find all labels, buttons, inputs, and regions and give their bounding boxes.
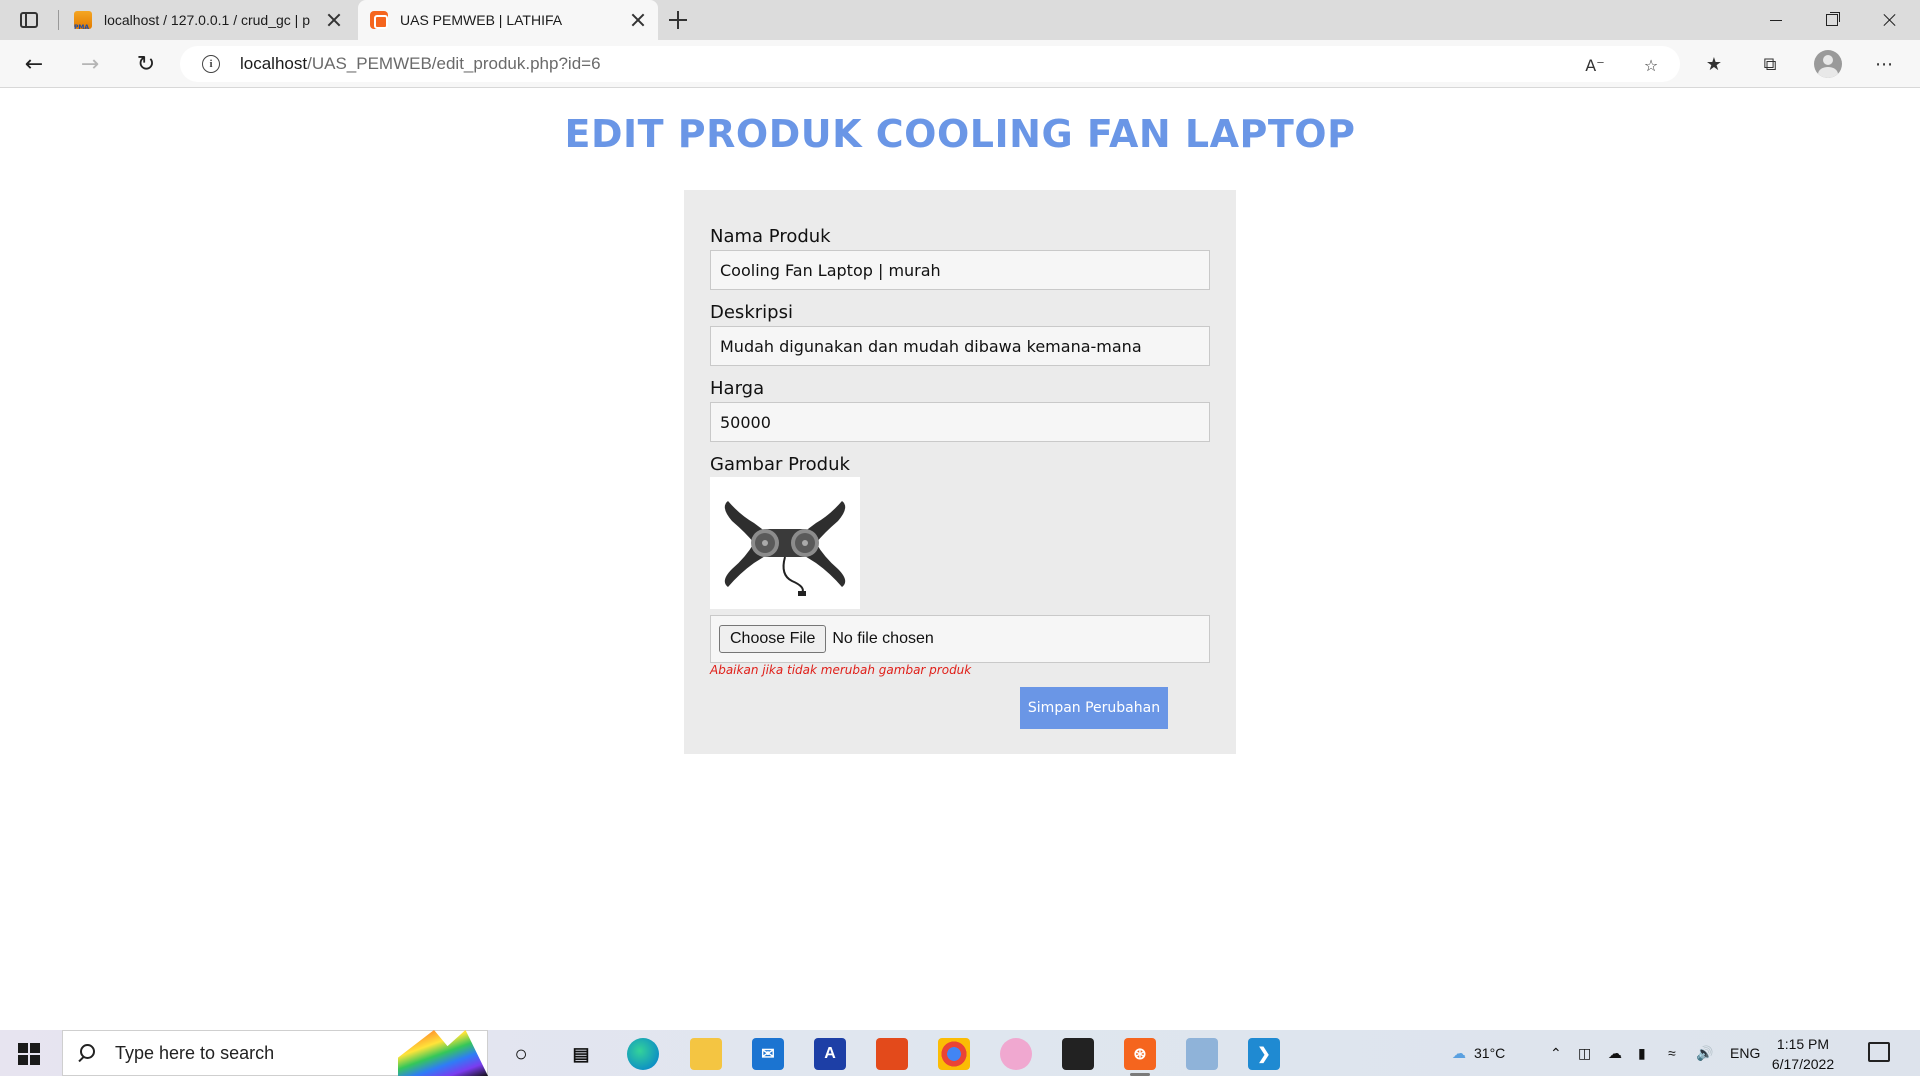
notifications-icon[interactable]: [1868, 1042, 1890, 1062]
collections-icon[interactable]: ⧉: [1758, 52, 1782, 76]
page-title: EDIT PRODUK COOLING FAN LAPTOP: [564, 112, 1356, 156]
minimize-icon: [1770, 19, 1782, 21]
gambar-produk-label: Gambar Produk: [710, 454, 850, 475]
paint-icon[interactable]: [1000, 1038, 1032, 1070]
mail-icon[interactable]: ✉: [752, 1038, 784, 1070]
search-icon: [77, 1044, 95, 1062]
browser-tab-bar: localhost / 127.0.0.1 / crud_gc | p UAS …: [0, 0, 1920, 40]
tab-label: localhost / 127.0.0.1 / crud_gc | p: [104, 12, 310, 28]
tab-phpmyadmin[interactable]: localhost / 127.0.0.1 / crud_gc | p: [62, 0, 354, 40]
office-icon[interactable]: [876, 1038, 908, 1070]
harga-label: Harga: [710, 378, 765, 399]
xampp-taskbar-icon[interactable]: ⊛: [1124, 1038, 1156, 1076]
back-arrow-icon[interactable]: ←: [20, 50, 48, 78]
deskripsi-input[interactable]: Mudah digunakan dan mudah dibawa kemana-…: [710, 326, 1210, 366]
volume-icon[interactable]: 🔊: [1696, 1030, 1713, 1076]
add-favorite-icon[interactable]: ☆: [1640, 54, 1662, 76]
new-tab-icon[interactable]: [668, 10, 688, 30]
sticky-notes-icon[interactable]: [1062, 1038, 1094, 1070]
restore-button[interactable]: [1804, 0, 1860, 40]
forward-arrow-icon[interactable]: →: [76, 50, 104, 78]
tab-separator: [58, 10, 59, 30]
simpan-perubahan-button[interactable]: Simpan Perubahan: [1020, 687, 1168, 729]
product-image: [710, 477, 860, 609]
address-bar[interactable]: i localhost/UAS_PEMWEB/edit_produk.php?i…: [180, 46, 1680, 82]
close-tab-icon[interactable]: [630, 12, 646, 28]
weather-widget[interactable]: ☁ 31°C: [1452, 1030, 1505, 1076]
notepad-icon[interactable]: [1186, 1038, 1218, 1070]
nama-produk-label: Nama Produk: [710, 226, 831, 247]
url-host: localhost: [240, 54, 308, 73]
windows-start-icon[interactable]: [18, 1043, 40, 1065]
image-hint-text: Abaikan jika tidak merubah gambar produk: [710, 663, 972, 677]
search-placeholder: Type here to search: [115, 1042, 275, 1063]
url-path: /UAS_PEMWEB/edit_produk.php?id=6: [307, 54, 601, 73]
favorites-icon[interactable]: ★: [1702, 52, 1726, 76]
nama-produk-input[interactable]: Cooling Fan Laptop | murah: [710, 250, 1210, 290]
weather-icon: ☁: [1452, 1044, 1466, 1061]
address-url: localhost/UAS_PEMWEB/edit_produk.php?id=…: [240, 54, 601, 74]
close-icon: [1882, 12, 1898, 28]
deskripsi-label: Deskripsi: [710, 302, 793, 323]
minimize-button[interactable]: [1748, 0, 1804, 40]
weather-temp: 31°C: [1474, 1045, 1506, 1061]
windows-taskbar: Type here to search ○ ▤ ✉ A ⊛ ❯ ☁ 31°C ⌃…: [0, 1030, 1920, 1076]
browser-toolbar: ← → ↻ i localhost/UAS_PEMWEB/edit_produk…: [0, 40, 1920, 88]
read-aloud-icon[interactable]: A⁻: [1584, 54, 1606, 76]
phpmyadmin-icon: [74, 11, 92, 31]
more-options-icon[interactable]: ⋯: [1872, 52, 1896, 76]
clock-time: 1:15 PM: [1776, 1036, 1830, 1052]
task-view-icon[interactable]: ▤: [565, 1038, 597, 1070]
language-indicator[interactable]: ENG: [1730, 1030, 1760, 1076]
tab-actions-icon[interactable]: [14, 8, 44, 32]
meet-now-icon[interactable]: ◫: [1578, 1030, 1591, 1076]
tab-label: UAS PEMWEB | LATHIFA: [400, 12, 563, 28]
wifi-icon[interactable]: ≈: [1668, 1030, 1676, 1076]
artstudio-icon[interactable]: A: [814, 1038, 846, 1070]
reload-icon[interactable]: ↻: [132, 50, 160, 78]
tab-uas-pemweb[interactable]: UAS PEMWEB | LATHIFA: [358, 0, 658, 40]
profile-avatar[interactable]: [1814, 50, 1842, 78]
vscode-icon[interactable]: ❯: [1248, 1038, 1280, 1070]
xampp-icon: [370, 11, 388, 29]
choose-file-button[interactable]: Choose File: [719, 625, 827, 653]
file-status-text: No file chosen: [832, 630, 934, 647]
file-input[interactable]: Choose File No file chosen: [710, 615, 1210, 663]
taskbar-clock[interactable]: 1:15 PM 6/17/2022: [1760, 1034, 1846, 1074]
cooling-fan-image: [724, 501, 846, 596]
chrome-icon[interactable]: [938, 1038, 970, 1070]
site-info-icon[interactable]: i: [202, 55, 220, 73]
edit-product-form: Nama Produk Cooling Fan Laptop | murah D…: [684, 190, 1236, 754]
edge-browser-icon[interactable]: [627, 1038, 659, 1070]
tray-chevron-icon[interactable]: ⌃: [1550, 1030, 1562, 1076]
battery-icon[interactable]: ▮: [1638, 1030, 1646, 1076]
close-window-button[interactable]: [1862, 0, 1918, 40]
harga-input[interactable]: 50000: [710, 402, 1210, 442]
close-tab-icon[interactable]: [326, 12, 342, 28]
clock-date: 6/17/2022: [1771, 1056, 1835, 1072]
onedrive-icon[interactable]: ☁: [1608, 1030, 1622, 1076]
cortana-icon[interactable]: ○: [505, 1038, 537, 1070]
restore-icon: [1826, 14, 1838, 26]
file-explorer-icon[interactable]: [690, 1038, 722, 1070]
